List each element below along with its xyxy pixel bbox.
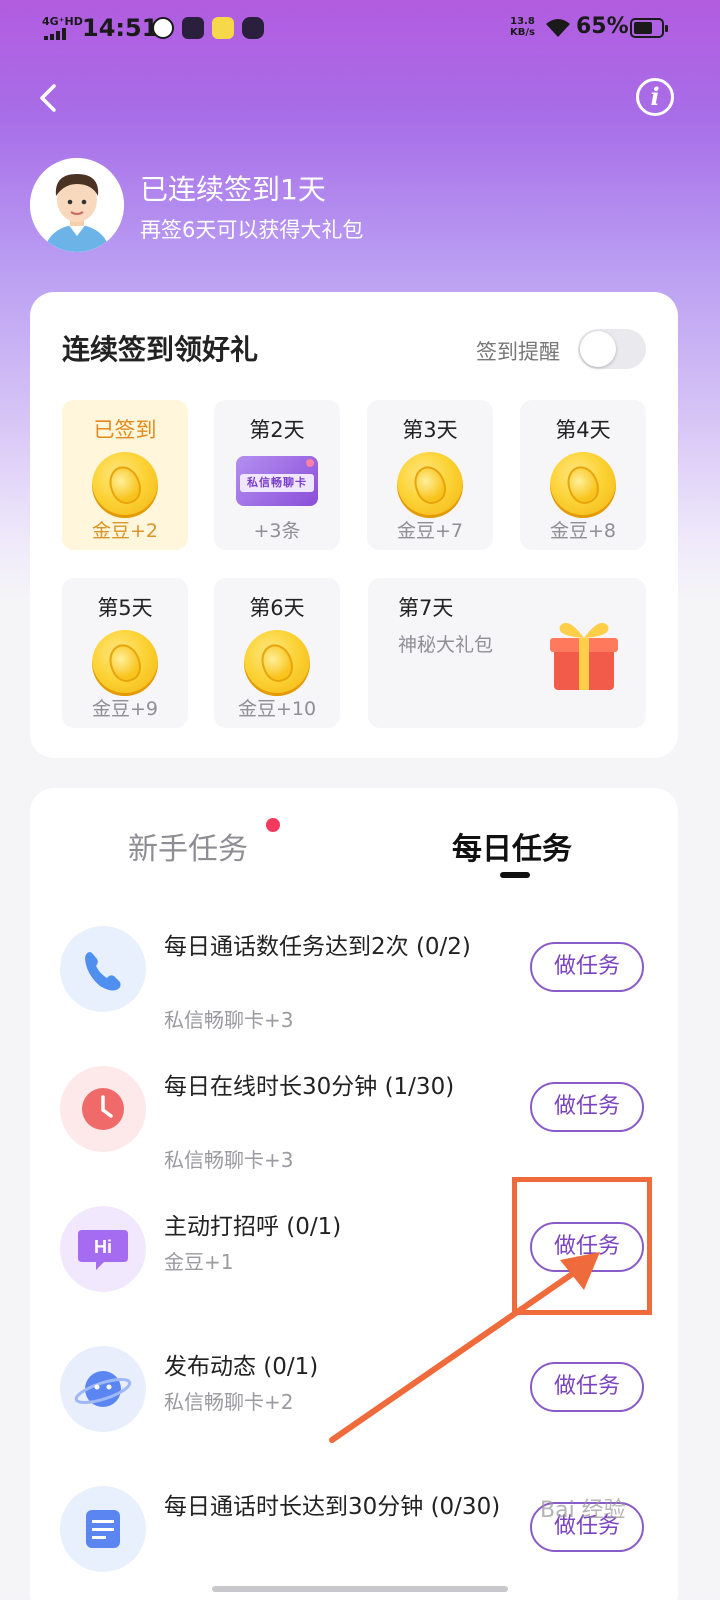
task-item: 每日通话数任务达到2次 (0/2) 私信畅聊卡+3 做任务 — [30, 926, 678, 1056]
task-reward: 私信畅聊卡+2 — [164, 1390, 294, 1414]
hi-bubble-icon: Hi — [60, 1206, 146, 1292]
status-time: 14:51 — [82, 14, 159, 42]
unread-dot — [266, 818, 280, 832]
checkin-card: 连续签到领好礼 签到提醒 已签到 金豆+2 第2天 私信畅聊卡 +3条 第3天 … — [30, 292, 678, 758]
app-notification-icon — [152, 17, 174, 39]
coin-icon — [92, 630, 158, 696]
remind-toggle[interactable] — [578, 329, 646, 369]
task-reward: 私信畅聊卡+3 — [164, 1148, 294, 1172]
task-item: 发布动态 (0/1) 私信畅聊卡+2 做任务 — [30, 1346, 678, 1476]
highlight-box — [512, 1177, 652, 1315]
task-title: 发布动态 (0/1) — [164, 1354, 319, 1380]
gift-icon — [550, 622, 618, 690]
svg-text:Hi: Hi — [94, 1237, 112, 1257]
wifi-icon — [546, 19, 570, 37]
signal-icon — [44, 28, 66, 40]
back-icon[interactable] — [30, 78, 70, 118]
network-type: 4G⁺HD — [42, 15, 83, 28]
music-notification-icon — [212, 17, 234, 39]
mail-notification-icon — [182, 17, 204, 39]
video-notification-icon — [242, 17, 264, 39]
signed-days-title: 已连续签到1天 — [140, 173, 326, 206]
day-card-7: 第7天 神秘大礼包 — [368, 578, 646, 728]
day-card-3: 第3天 金豆+7 — [367, 400, 493, 550]
do-task-button[interactable]: 做任务 — [530, 942, 644, 992]
day-card-1: 已签到 金豆+2 — [62, 400, 188, 550]
watermark: Bai 经验 — [540, 1498, 626, 1523]
home-indicator[interactable] — [212, 1586, 508, 1592]
day-card-2: 第2天 私信畅聊卡 +3条 — [214, 400, 340, 550]
remind-label: 签到提醒 — [476, 340, 560, 364]
planet-icon — [60, 1346, 146, 1432]
coin-icon — [397, 452, 463, 518]
phone-icon — [60, 926, 146, 1012]
day-card-4: 第4天 金豆+8 — [520, 400, 646, 550]
task-title: 每日通话时长达到30分钟 (0/30) — [164, 1494, 501, 1520]
battery-percent: 65% — [576, 14, 629, 39]
chat-card-icon: 私信畅聊卡 — [236, 456, 318, 506]
coin-icon — [550, 452, 616, 518]
day-card-5: 第5天 金豆+9 — [62, 578, 188, 728]
task-title: 主动打招呼 (0/1) — [164, 1214, 342, 1240]
clock-icon — [60, 1066, 146, 1152]
do-task-button[interactable]: 做任务 — [530, 1082, 644, 1132]
active-tab-indicator — [500, 872, 530, 878]
status-bar: 4G⁺HD 14:51 13.8 KB/s 65% — [0, 0, 720, 56]
tab-daily-tasks[interactable]: 每日任务 — [452, 824, 572, 868]
task-title: 每日通话数任务达到2次 (0/2) — [164, 934, 471, 960]
avatar[interactable] — [30, 158, 124, 252]
day-card-6: 第6天 金豆+10 — [214, 578, 340, 728]
do-task-button[interactable]: 做任务 — [530, 1362, 644, 1412]
document-icon — [60, 1486, 146, 1572]
signed-days-subtitle: 再签6天可以获得大礼包 — [140, 218, 364, 242]
coin-icon — [244, 630, 310, 696]
battery-icon — [630, 18, 668, 38]
network-speed: 13.8 KB/s — [510, 16, 535, 38]
task-reward: 金豆+1 — [164, 1250, 234, 1274]
task-reward: 私信畅聊卡+3 — [164, 1008, 294, 1032]
info-icon[interactable]: i — [636, 78, 674, 116]
tab-newbie-tasks[interactable]: 新手任务 — [128, 824, 248, 868]
checkin-card-title: 连续签到领好礼 — [62, 333, 259, 366]
task-title: 每日在线时长30分钟 (1/30) — [164, 1074, 455, 1100]
coin-icon — [92, 452, 158, 518]
